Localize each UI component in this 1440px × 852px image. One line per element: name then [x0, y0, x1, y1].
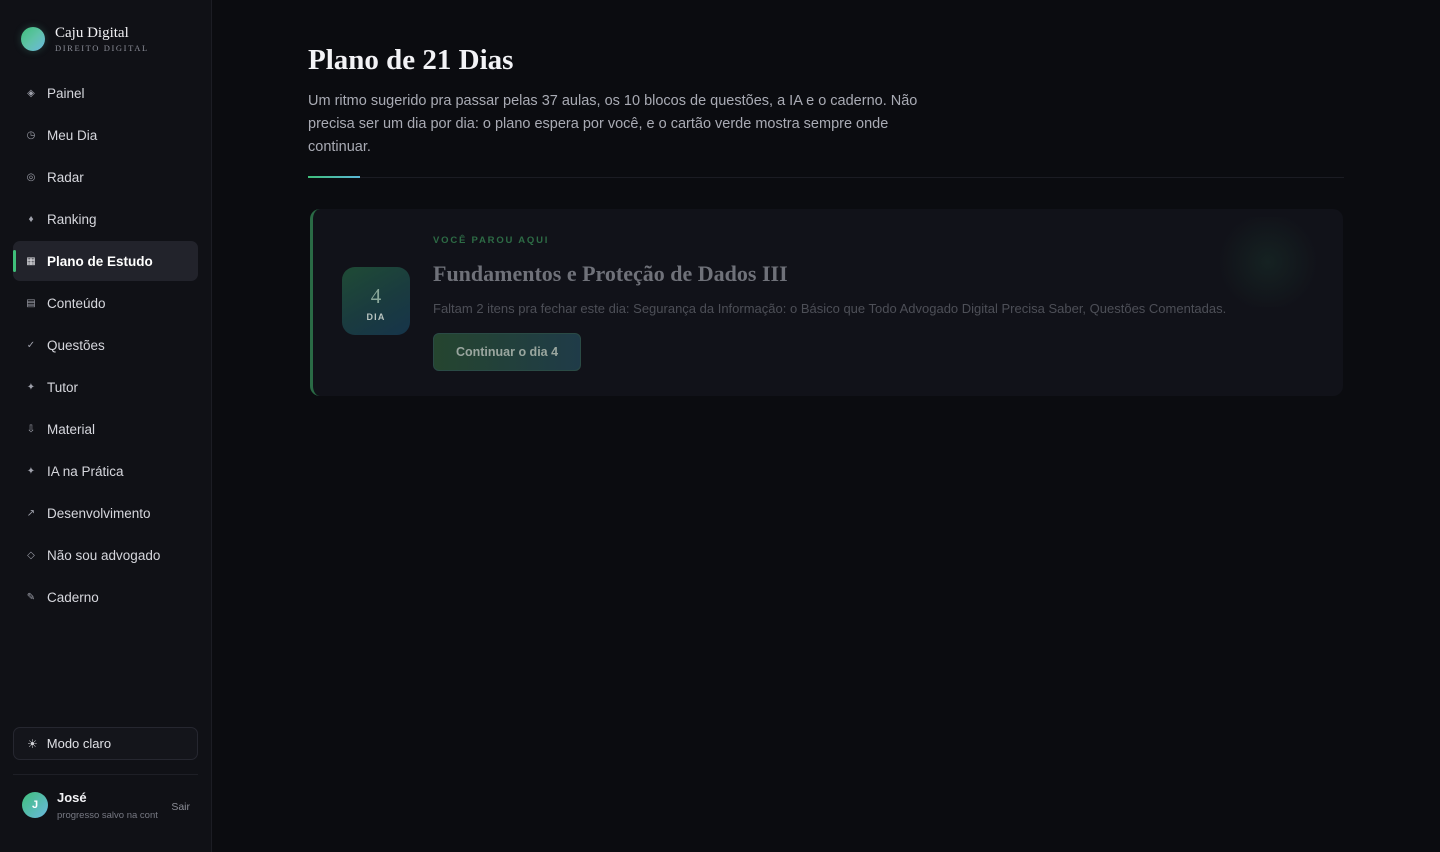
logout-link[interactable]: Sair: [171, 801, 190, 813]
sidebar-item-tutor[interactable]: ✦ Tutor: [13, 367, 198, 407]
day-badge: 4 DIA: [342, 267, 410, 335]
theme-toggle-label: Modo claro: [46, 736, 112, 751]
sidebar-item-label: Ranking: [47, 211, 97, 227]
sidebar-item-ia-na-pratica[interactable]: ✦ IA na Prática: [13, 451, 198, 491]
sidebar-item-label: Questões: [47, 337, 105, 353]
user-panel: J José progresso salvo na cont Sair: [22, 790, 198, 826]
sparkle-icon: ✦: [26, 381, 36, 393]
sidebar-item-radar[interactable]: ◎ Radar: [13, 157, 198, 197]
sidebar-item-label: Caderno: [47, 589, 99, 605]
brand-name: Caju Digital: [55, 25, 129, 41]
brand-subtitle: DIREITO DIGITAL: [55, 43, 149, 53]
sidebar-item-label: Painel: [47, 85, 85, 101]
user-status: progresso salvo na cont: [57, 810, 158, 821]
sparkle-icon: ✦: [26, 465, 36, 477]
check-icon: ✓: [26, 339, 36, 351]
card-glow: [1213, 217, 1323, 307]
clock-icon: ◷: [26, 129, 36, 141]
header-divider: [308, 177, 1344, 178]
sidebar-item-questoes[interactable]: ✓ Questões: [13, 325, 198, 365]
diamond-outline-icon: ◇: [27, 549, 35, 561]
day-number: 4: [370, 284, 382, 308]
list-icon: ▤: [26, 297, 36, 309]
sidebar-item-material[interactable]: ⇩ Material: [13, 409, 198, 449]
sidebar-item-label: Radar: [47, 169, 84, 185]
sidebar-item-meu-dia[interactable]: ◷ Meu Dia: [13, 115, 198, 155]
download-icon: ⇩: [26, 423, 36, 435]
resume-title: Fundamentos e Proteção de Dados III: [433, 261, 788, 286]
arrow-up-right-icon: ↗: [26, 507, 36, 519]
diamond-dot-icon: ◈: [27, 87, 35, 99]
sidebar-item-painel[interactable]: ◈ Painel: [13, 73, 198, 113]
sidebar-item-label: Plano de Estudo: [47, 253, 153, 269]
brand[interactable]: Caju Digital DIREITO DIGITAL: [21, 26, 149, 53]
app-root: Caju Digital DIREITO DIGITAL ◈ Painel ◷ …: [0, 0, 1440, 852]
sidebar-item-label: Não sou advogado: [47, 547, 161, 563]
resume-kicker: VOCÊ PAROU AQUI: [433, 235, 550, 246]
header-accent: [308, 176, 360, 178]
sidebar-nav: ◈ Painel ◷ Meu Dia ◎ Radar ♦ Ranking ▦ P…: [13, 73, 198, 619]
theme-toggle-button[interactable]: ☀ Modo claro: [13, 727, 198, 760]
sidebar-item-plano-de-estudo[interactable]: ▦ Plano de Estudo: [13, 241, 198, 281]
sidebar-item-label: IA na Prática: [47, 463, 124, 479]
sidebar-item-ranking[interactable]: ♦ Ranking: [13, 199, 198, 239]
sidebar-item-nao-sou-advogado[interactable]: ◇ Não sou advogado: [13, 535, 198, 575]
resume-card: 4 DIA VOCÊ PAROU AQUI Fundamentos e Prot…: [310, 209, 1343, 396]
sidebar-item-desenvolvimento[interactable]: ↗ Desenvolvimento: [13, 493, 198, 533]
sidebar-item-conteudo[interactable]: ▤ Conteúdo: [13, 283, 198, 323]
diamond-icon: ♦: [28, 213, 34, 225]
user-name: José: [57, 790, 87, 805]
brand-text: Caju Digital DIREITO DIGITAL: [55, 26, 149, 53]
sidebar-item-label: Desenvolvimento: [47, 505, 151, 521]
grid-icon: ▦: [26, 255, 36, 267]
pencil-icon: ✎: [26, 591, 36, 603]
avatar[interactable]: J: [22, 792, 48, 818]
day-label: DIA: [366, 312, 386, 322]
sidebar-item-label: Conteúdo: [47, 295, 106, 311]
sidebar-item-label: Material: [47, 421, 96, 437]
sidebar-item-label: Tutor: [47, 379, 79, 395]
page-title: Plano de 21 Dias: [308, 44, 514, 76]
continue-day-button[interactable]: Continuar o dia 4: [433, 333, 581, 371]
sidebar-item-caderno[interactable]: ✎ Caderno: [13, 577, 198, 617]
sun-icon: ☀: [27, 736, 38, 751]
sidebar-divider: [13, 774, 198, 775]
sidebar: Caju Digital DIREITO DIGITAL ◈ Painel ◷ …: [0, 0, 212, 852]
sidebar-item-label: Meu Dia: [47, 127, 98, 143]
main-content: Plano de 21 Dias Um ritmo sugerido pra p…: [212, 0, 1440, 852]
brand-logo-icon: [21, 27, 45, 52]
page-description: Um ritmo sugerido pra passar pelas 37 au…: [308, 93, 918, 155]
resume-description: Faltam 2 itens pra fechar este dia: Segu…: [433, 301, 1227, 316]
radar-icon: ◎: [26, 171, 36, 183]
